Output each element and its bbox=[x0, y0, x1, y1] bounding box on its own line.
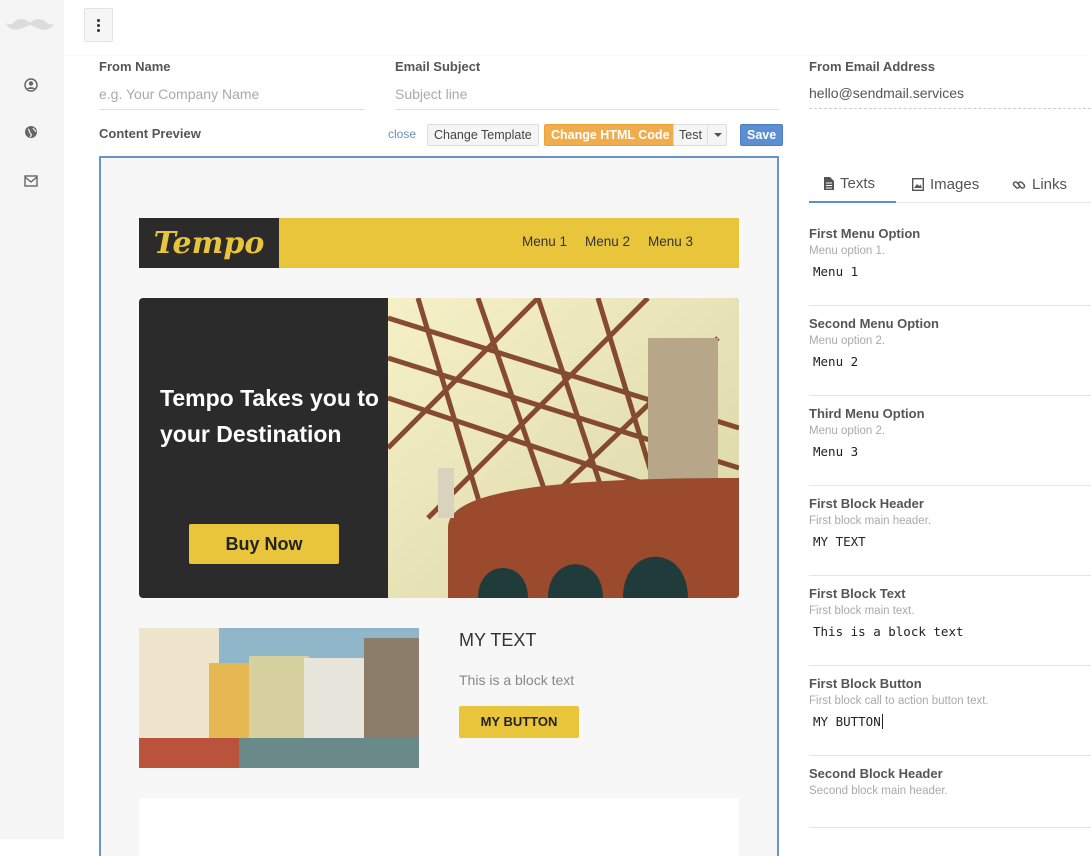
chevron-down-icon[interactable] bbox=[707, 125, 727, 145]
globe-icon[interactable] bbox=[22, 123, 40, 141]
option-value-input[interactable]: Menu 2 bbox=[813, 354, 858, 369]
option-label: Third Menu Option bbox=[809, 406, 925, 421]
image-icon bbox=[912, 178, 924, 191]
option-value-input[interactable]: Menu 3 bbox=[813, 444, 858, 459]
option-value-input[interactable]: Menu 1 bbox=[813, 264, 858, 279]
top-bar bbox=[64, 0, 1091, 56]
email-menu-item-2[interactable]: Menu 2 bbox=[585, 234, 630, 249]
option-desc: Menu option 2. bbox=[809, 425, 886, 437]
tab-texts[interactable]: Texts bbox=[809, 166, 896, 203]
block-header: MY TEXT bbox=[459, 630, 537, 650]
from-name-label: From Name bbox=[99, 59, 171, 74]
bridge-photo bbox=[388, 298, 739, 598]
envelope-icon[interactable] bbox=[22, 172, 40, 190]
option-label: First Block Text bbox=[809, 586, 906, 601]
test-label: Test bbox=[679, 128, 702, 142]
option-desc: First block main text. bbox=[809, 605, 915, 617]
option-value-input[interactable]: This is a block text bbox=[813, 624, 964, 639]
email-subject-input[interactable]: Subject line bbox=[395, 84, 779, 110]
kebab-menu-icon[interactable] bbox=[84, 8, 113, 42]
content-preview-frame: Tempo Menu 1 Menu 2 Menu 3 Tempo Takes y… bbox=[99, 156, 779, 856]
save-button[interactable]: Save bbox=[740, 124, 784, 146]
change-html-button[interactable]: Change HTML Code bbox=[544, 124, 677, 146]
from-email-label: From Email Address bbox=[809, 59, 935, 74]
option-third-menu: Third Menu Option Menu option 2. Menu 3 bbox=[809, 406, 1091, 486]
email-subject-label: Email Subject bbox=[395, 59, 481, 74]
option-value-input[interactable]: MY BUTTON bbox=[813, 714, 883, 729]
buy-now-button[interactable]: Buy Now bbox=[189, 524, 339, 564]
tab-texts-label: Texts bbox=[840, 175, 876, 192]
canal-town-photo bbox=[139, 628, 419, 768]
tab-links[interactable]: Links bbox=[1012, 166, 1067, 203]
from-name-input[interactable]: e.g. Your Company Name bbox=[99, 84, 365, 110]
option-second-block-header: Second Block Header Second block main he… bbox=[809, 766, 1091, 828]
option-label: Second Menu Option bbox=[809, 316, 939, 331]
file-text-icon bbox=[824, 177, 834, 190]
option-first-block-button: First Block Button First block call to a… bbox=[809, 676, 1091, 756]
option-desc: First block call to action button text. bbox=[809, 695, 989, 707]
option-first-block-text: First Block Text First block main text. … bbox=[809, 586, 1091, 666]
next-block-card bbox=[139, 798, 739, 856]
content-block: MY TEXT This is a block text MY BUTTON bbox=[139, 628, 739, 768]
option-first-block-header: First Block Header First block main head… bbox=[809, 496, 1091, 576]
mustache-icon[interactable] bbox=[6, 16, 54, 34]
option-label: Second Block Header bbox=[809, 766, 943, 781]
tab-links-label: Links bbox=[1032, 176, 1068, 193]
editor-tabs: Texts Images Links bbox=[809, 166, 1091, 203]
brand-logo: Tempo bbox=[139, 218, 279, 268]
hero-section: Tempo Takes you to your Destination Buy … bbox=[139, 298, 739, 598]
option-second-menu: Second Menu Option Menu option 2. Menu 2 bbox=[809, 316, 1091, 396]
test-dropdown[interactable]: Test bbox=[673, 124, 727, 146]
option-desc: Menu option 2. bbox=[809, 335, 886, 347]
tab-images[interactable]: Images bbox=[912, 166, 979, 203]
link-icon bbox=[1012, 180, 1026, 189]
option-desc: Menu option 1. bbox=[809, 245, 886, 257]
block-text: This is a block text bbox=[459, 672, 575, 688]
option-first-menu: First Menu Option Menu option 1. Menu 1 bbox=[809, 226, 1091, 306]
email-menu-item-1[interactable]: Menu 1 bbox=[522, 234, 567, 249]
option-label: First Block Header bbox=[809, 496, 924, 511]
option-desc: Second block main header. bbox=[809, 785, 948, 797]
email-header: Tempo Menu 1 Menu 2 Menu 3 bbox=[139, 218, 739, 268]
tab-images-label: Images bbox=[930, 176, 980, 193]
email-menu-item-3[interactable]: Menu 3 bbox=[648, 234, 693, 249]
option-label: First Menu Option bbox=[809, 226, 921, 241]
block-button[interactable]: MY BUTTON bbox=[459, 706, 579, 738]
option-value-input[interactable]: MY TEXT bbox=[813, 534, 866, 549]
hero-title: Tempo Takes you to your Destination bbox=[160, 385, 379, 447]
content-preview-label: Content Preview bbox=[99, 126, 201, 141]
user-circle-icon[interactable] bbox=[22, 76, 40, 94]
option-label: First Block Button bbox=[809, 676, 922, 691]
left-sidebar bbox=[0, 0, 64, 839]
option-desc: First block main header. bbox=[809, 515, 932, 527]
change-template-button[interactable]: Change Template bbox=[427, 124, 539, 146]
close-link[interactable]: close bbox=[388, 127, 416, 141]
from-email-input[interactable]: hello@sendmail.services bbox=[809, 83, 1091, 109]
